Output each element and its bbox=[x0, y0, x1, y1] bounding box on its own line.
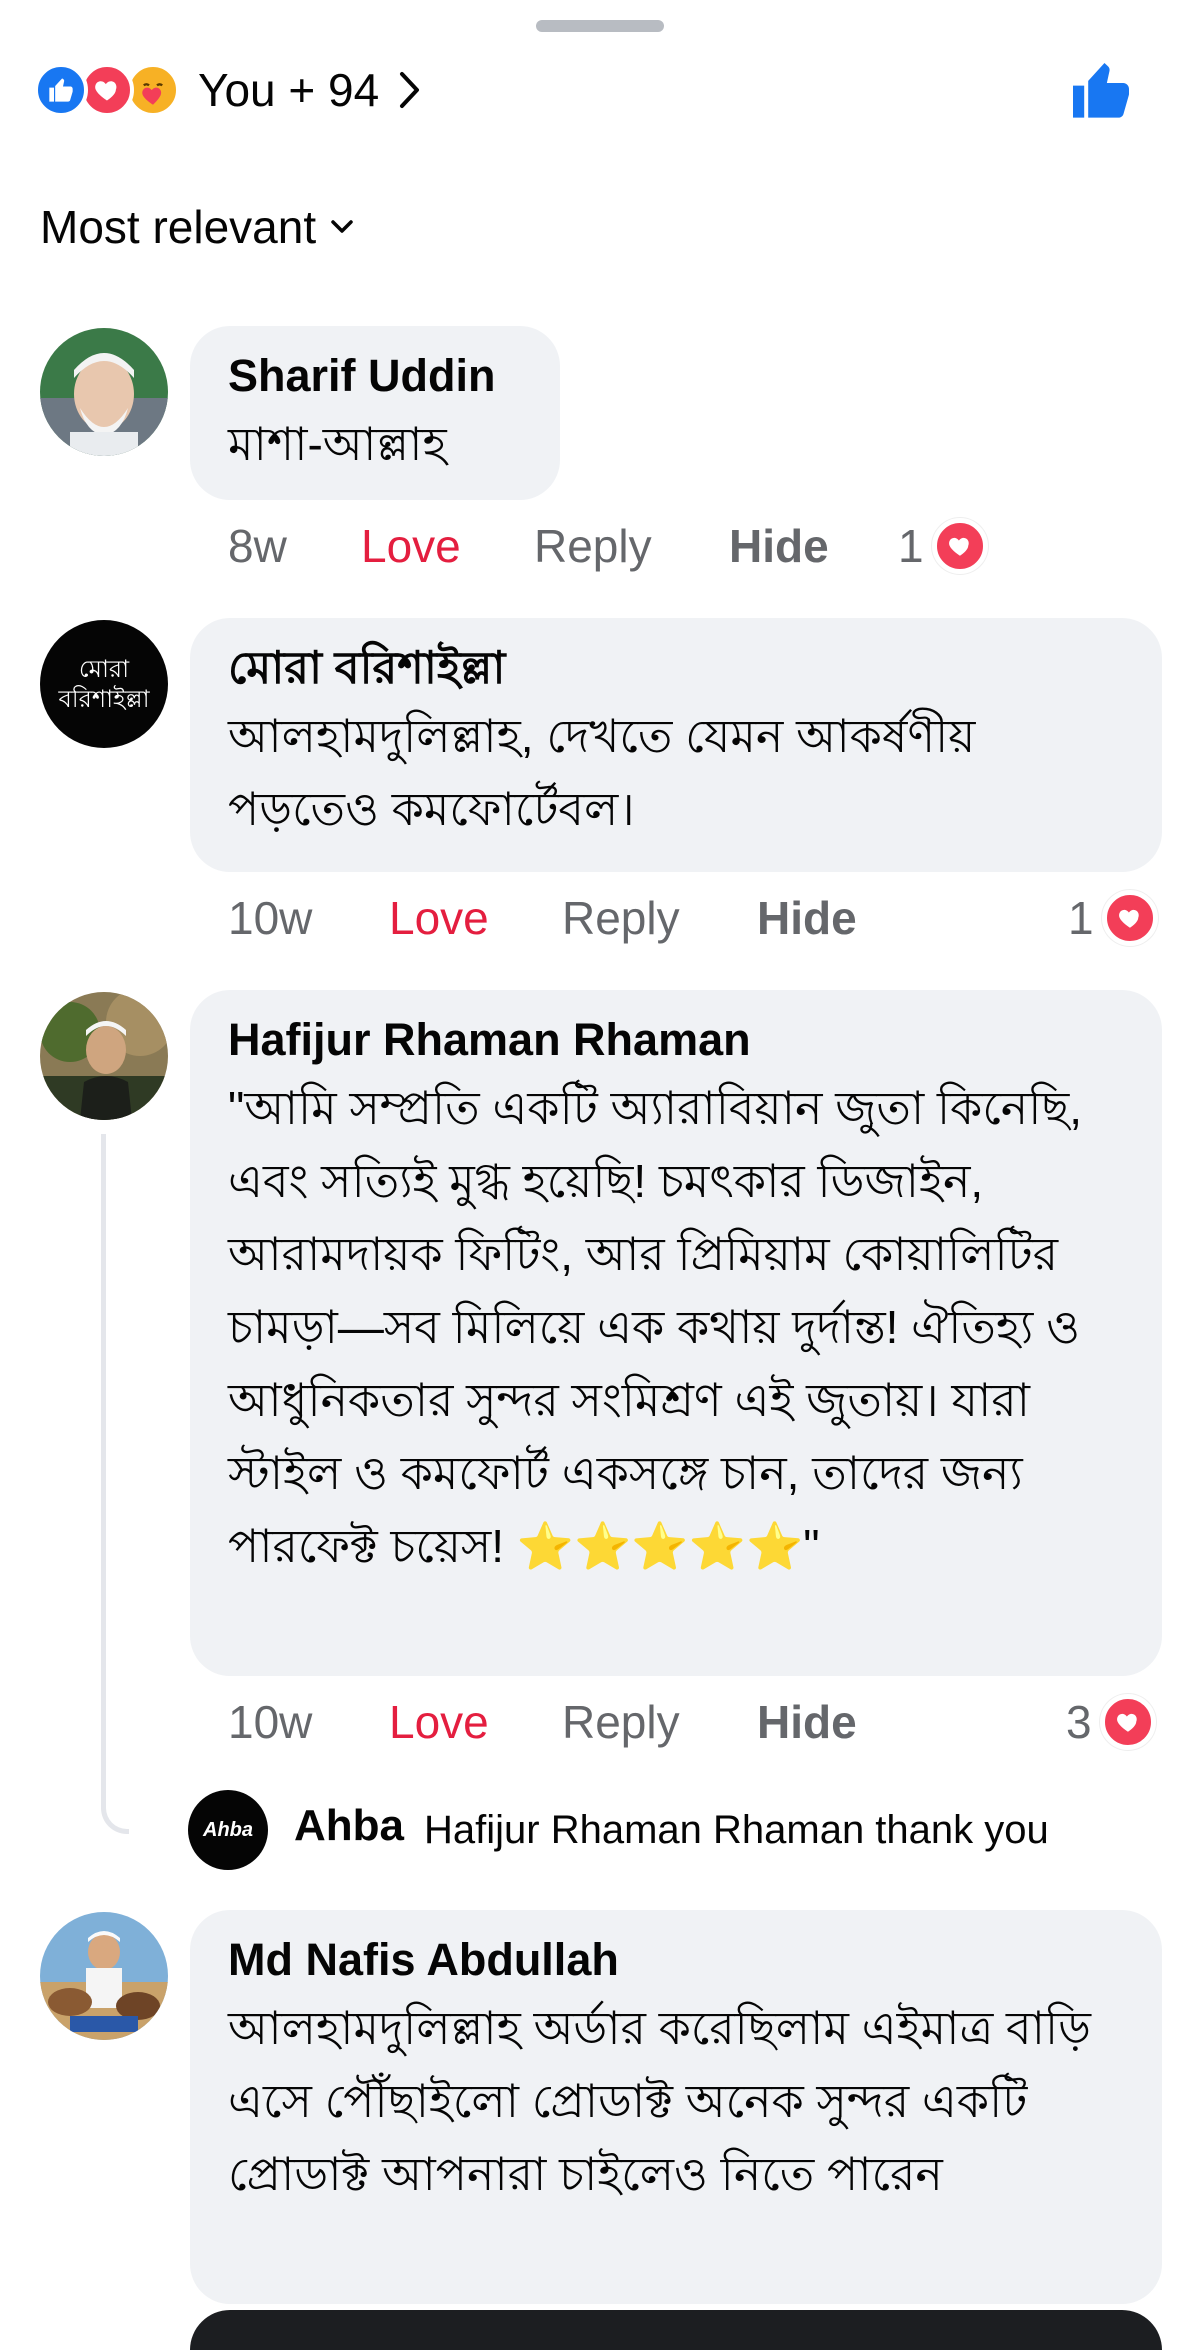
hide-button[interactable]: Hide bbox=[757, 888, 857, 948]
next-comment-media[interactable] bbox=[190, 2310, 1162, 2350]
reply-author[interactable]: Ahba bbox=[294, 1796, 404, 1856]
reaction-count[interactable]: 1 bbox=[898, 516, 988, 576]
comment-actions: 8w Love Reply Hide 1 bbox=[0, 516, 1200, 576]
reaction-count-value: 3 bbox=[1066, 1696, 1092, 1748]
chevron-right-icon bbox=[399, 71, 421, 109]
comment-bubble[interactable]: Sharif Uddin মাশা-আল্লাহ bbox=[190, 326, 560, 500]
reaction-count-value: 1 bbox=[1068, 892, 1094, 944]
comment-bubble[interactable]: Md Nafis Abdullah আলহামদুলিল্লাহ অর্ডার … bbox=[190, 1910, 1162, 2304]
avatar[interactable] bbox=[40, 1912, 168, 2040]
comment-author[interactable]: Hafijur Rhaman Rhaman bbox=[228, 1010, 1122, 1070]
love-button[interactable]: Love bbox=[361, 516, 461, 576]
comment-text: মাশা-আল্লাহ bbox=[228, 418, 447, 470]
hide-button[interactable]: Hide bbox=[729, 516, 829, 576]
comment-text: আলহামদুলিল্লাহ অর্ডার করেছিলাম এইমাত্র ব… bbox=[228, 2002, 1091, 2200]
chevron-down-icon bbox=[330, 219, 354, 235]
heart-icon bbox=[1099, 1694, 1156, 1750]
reactions-summary[interactable]: You + 94 bbox=[34, 58, 421, 122]
avatar-text: মোরা বরিশাইল্লা bbox=[58, 655, 150, 713]
love-button[interactable]: Love bbox=[389, 1692, 489, 1752]
reply-text: Hafijur Rhaman Rhaman thank you bbox=[424, 1808, 1049, 1852]
love-icon bbox=[80, 63, 134, 117]
love-button[interactable]: Love bbox=[389, 888, 489, 948]
comment-text: "আমি সম্প্রতি একটি অ্যারাবিয়ান জুতা কিন… bbox=[228, 1082, 1083, 1572]
hide-button[interactable]: Hide bbox=[757, 1692, 857, 1752]
reply-button[interactable]: Reply bbox=[562, 1692, 680, 1752]
comment-bubble[interactable]: Hafijur Rhaman Rhaman "আমি সম্প্রতি একটি… bbox=[190, 990, 1162, 1676]
heart-icon bbox=[931, 518, 988, 574]
comment-bubble[interactable]: মোরা বরিশাইল্লা আলহামদুলিল্লাহ, দেখতে যে… bbox=[190, 618, 1162, 872]
comment-actions: 10w Love Reply Hide 3 bbox=[0, 1692, 1200, 1752]
like-button[interactable] bbox=[1066, 56, 1136, 126]
like-icon bbox=[34, 63, 88, 117]
avatar[interactable] bbox=[40, 328, 168, 456]
reaction-count[interactable]: 3 bbox=[1066, 1692, 1156, 1752]
comment-text: আলহামদুলিল্লাহ, দেখতে যেমন আকর্ষণীয় পড়… bbox=[228, 710, 976, 835]
comment-author[interactable]: Sharif Uddin bbox=[228, 346, 520, 406]
comment-time[interactable]: 10w bbox=[228, 888, 312, 948]
avatar[interactable] bbox=[40, 992, 168, 1120]
comment-author[interactable]: Md Nafis Abdullah bbox=[228, 1930, 1122, 1990]
thumbs-up-icon bbox=[1073, 63, 1129, 118]
sort-label: Most relevant bbox=[40, 201, 317, 253]
avatar[interactable]: মোরা বরিশাইল্লা bbox=[40, 620, 168, 748]
reply-button[interactable]: Reply bbox=[534, 516, 652, 576]
reaction-icons bbox=[34, 63, 180, 117]
reply-avatar[interactable]: Ahba bbox=[188, 1790, 268, 1870]
comment-time[interactable]: 8w bbox=[228, 516, 287, 576]
care-icon bbox=[126, 63, 180, 117]
drag-handle[interactable] bbox=[536, 20, 664, 32]
comment-author[interactable]: মোরা বরিশাইল্লা bbox=[228, 638, 1122, 698]
comment-actions: 10w Love Reply Hide 1 bbox=[0, 888, 1200, 948]
reaction-count-value: 1 bbox=[898, 520, 924, 572]
heart-icon bbox=[1101, 890, 1158, 946]
reply-preview[interactable]: Ahba Ahba Hafijur Rhaman Rhaman thank yo… bbox=[0, 1790, 1200, 1870]
reply-button[interactable]: Reply bbox=[562, 888, 680, 948]
reaction-summary-text: You + 94 bbox=[198, 64, 380, 116]
sort-dropdown[interactable]: Most relevant bbox=[40, 200, 354, 254]
comment-time[interactable]: 10w bbox=[228, 1692, 312, 1752]
reaction-count[interactable]: 1 bbox=[1068, 888, 1158, 948]
avatar-text: Ahba bbox=[203, 1818, 253, 1841]
